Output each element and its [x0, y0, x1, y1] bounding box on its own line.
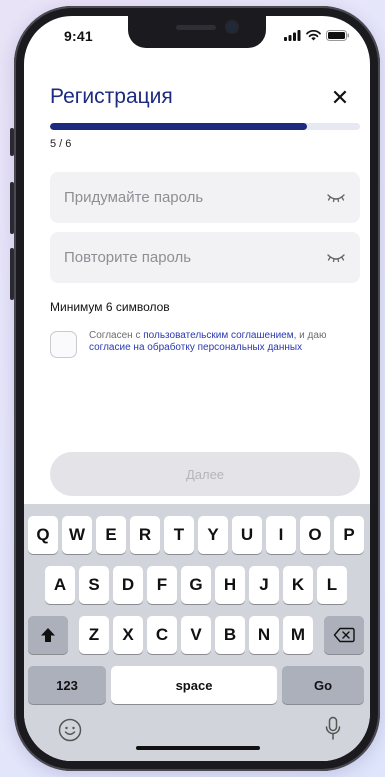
key-v[interactable]: V [181, 616, 211, 654]
status-icons [284, 30, 350, 41]
key-i[interactable]: I [266, 516, 296, 554]
key-o[interactable]: O [300, 516, 330, 554]
key-m[interactable]: M [283, 616, 313, 654]
microphone-icon[interactable] [324, 716, 342, 742]
phone-screen: 9:41 Регистрация ✕ 5 / 6 Минимум 6 симво… [24, 16, 370, 761]
key-e[interactable]: E [96, 516, 126, 554]
key-d[interactable]: D [113, 566, 143, 604]
go-key[interactable]: Go [282, 666, 364, 704]
shift-key[interactable] [28, 616, 68, 654]
consent-text-1: Согласен с [89, 330, 144, 341]
phone-frame: 9:41 Регистрация ✕ 5 / 6 Минимум 6 симво… [14, 6, 380, 771]
key-x[interactable]: X [113, 616, 143, 654]
key-l[interactable]: L [317, 566, 347, 604]
key-g[interactable]: G [181, 566, 211, 604]
key-c[interactable]: C [147, 616, 177, 654]
personal-data-consent-link[interactable]: согласие на обработку персональных данны… [89, 342, 302, 353]
repeat-password-input[interactable] [64, 232, 304, 283]
key-b[interactable]: B [215, 616, 245, 654]
keyboard: Q W E R T Y U I O P A S D F G H J K L Z … [24, 504, 370, 761]
step-counter: 5 / 6 [50, 138, 72, 150]
consent-checkbox[interactable] [50, 331, 77, 358]
battery-icon [326, 30, 349, 41]
key-h[interactable]: H [215, 566, 245, 604]
next-button[interactable]: Далее [50, 452, 360, 496]
progress-bar [50, 123, 360, 130]
eye-closed-icon[interactable] [326, 189, 346, 205]
speaker [176, 25, 216, 30]
key-a[interactable]: A [45, 566, 75, 604]
emoji-icon[interactable] [58, 718, 82, 742]
key-t[interactable]: T [164, 516, 194, 554]
camera-icon [227, 22, 237, 32]
consent-text-2: , и даю [293, 330, 327, 341]
key-j[interactable]: J [249, 566, 279, 604]
numbers-key[interactable]: 123 [28, 666, 106, 704]
page-title: Регистрация [50, 85, 173, 108]
progress-fill [50, 123, 308, 130]
key-z[interactable]: Z [79, 616, 109, 654]
key-q[interactable]: Q [28, 516, 58, 554]
repeat-password-field[interactable] [50, 232, 360, 283]
key-k[interactable]: K [283, 566, 313, 604]
space-key[interactable]: space [111, 666, 277, 704]
shift-icon [41, 628, 55, 642]
notch [128, 16, 266, 48]
eye-closed-icon[interactable] [326, 249, 346, 265]
status-time: 9:41 [64, 28, 93, 44]
key-w[interactable]: W [62, 516, 92, 554]
wifi-icon [306, 30, 321, 41]
key-s[interactable]: S [79, 566, 109, 604]
password-hint: Минимум 6 символов [50, 300, 170, 314]
key-r[interactable]: R [130, 516, 160, 554]
password-field[interactable] [50, 172, 360, 223]
signal-icon [284, 30, 301, 41]
home-indicator [136, 746, 260, 750]
consent-text: Согласен с пользовательским соглашением,… [89, 330, 359, 354]
key-p[interactable]: P [334, 516, 364, 554]
key-f[interactable]: F [147, 566, 177, 604]
password-input[interactable] [64, 172, 304, 223]
backspace-icon [333, 627, 355, 643]
key-u[interactable]: U [232, 516, 262, 554]
key-n[interactable]: N [249, 616, 279, 654]
user-agreement-link[interactable]: пользовательским соглашением [143, 330, 293, 341]
backspace-key[interactable] [324, 616, 364, 654]
key-y[interactable]: Y [198, 516, 228, 554]
close-icon[interactable]: ✕ [328, 85, 352, 110]
